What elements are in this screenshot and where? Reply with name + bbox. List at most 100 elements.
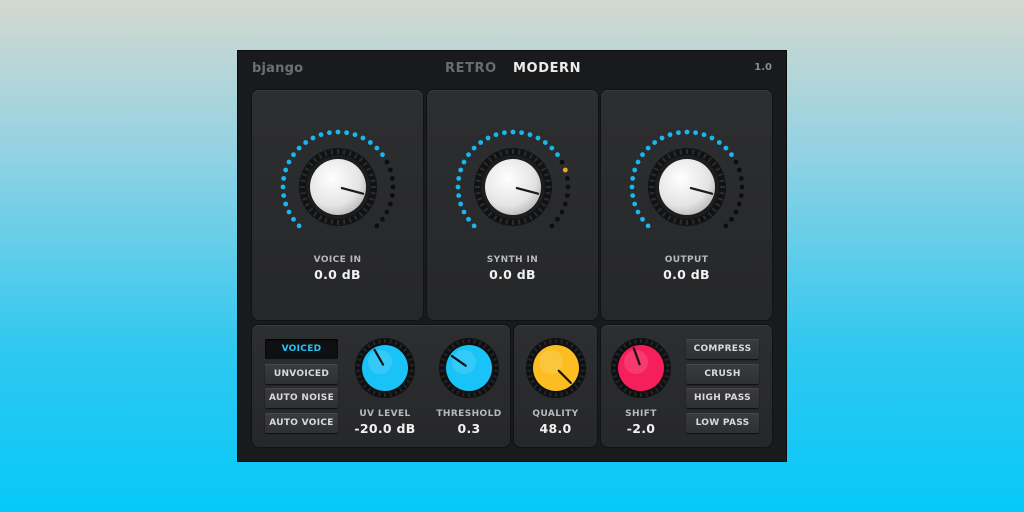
led-dot bbox=[640, 152, 645, 158]
led-dot bbox=[519, 130, 525, 136]
tab-retro[interactable]: RETRO bbox=[445, 61, 497, 76]
led-dot bbox=[485, 135, 491, 141]
knob-grip-mark bbox=[645, 392, 648, 397]
led-dot bbox=[629, 184, 635, 190]
knob-grip-mark bbox=[475, 179, 481, 183]
plugin-window: bjango RETRO MODERN 1.0 VOICE IN 0.0 dB … bbox=[238, 51, 786, 461]
led-dot bbox=[291, 152, 296, 158]
led-dot bbox=[630, 193, 636, 199]
knob-grip-mark bbox=[549, 339, 552, 344]
led-dot bbox=[559, 159, 565, 165]
led-dot bbox=[466, 216, 471, 222]
led-dot bbox=[723, 223, 729, 229]
led-dot bbox=[360, 135, 366, 141]
knob-grip-mark bbox=[645, 339, 648, 344]
led-dot bbox=[632, 167, 638, 173]
synth-in-panel: SYNTH IN 0.0 dB bbox=[427, 90, 598, 320]
led-dot bbox=[471, 223, 477, 229]
led-dot bbox=[635, 159, 641, 165]
knob-grip-mark bbox=[545, 191, 551, 195]
led-dot bbox=[729, 216, 734, 222]
knob-grip-mark bbox=[492, 374, 497, 378]
led-dot bbox=[387, 201, 393, 207]
knob-grip-mark bbox=[517, 149, 521, 155]
knob-cap bbox=[310, 159, 366, 215]
led-dot bbox=[296, 145, 302, 151]
knob-grip-mark bbox=[389, 339, 392, 344]
knob-grip-mark bbox=[370, 179, 376, 183]
led-dot bbox=[738, 175, 744, 181]
compress-button[interactable]: COMPRESS bbox=[686, 339, 759, 359]
knob-grip-mark bbox=[378, 339, 381, 344]
led-dot bbox=[374, 223, 380, 229]
led-dot bbox=[461, 209, 467, 215]
voice-in-knob[interactable] bbox=[252, 90, 423, 260]
led-dot bbox=[380, 216, 385, 222]
knob-grip-mark bbox=[679, 219, 683, 225]
knob-grip-mark bbox=[579, 374, 584, 378]
low-pass-button[interactable]: LOW PASS bbox=[686, 413, 759, 433]
led-dot bbox=[281, 175, 287, 181]
led-dot bbox=[303, 140, 309, 145]
led-dot bbox=[736, 201, 742, 207]
knob-grip-mark bbox=[549, 392, 552, 397]
knob-highlight bbox=[452, 350, 476, 374]
auto-voice-button[interactable]: AUTO VOICE bbox=[265, 413, 338, 433]
knob-cap bbox=[485, 159, 541, 215]
knob-grip-mark bbox=[545, 179, 551, 183]
unvoiced-button[interactable]: UNVOICED bbox=[265, 364, 338, 384]
knob-grip-mark bbox=[475, 191, 481, 195]
led-dot bbox=[326, 130, 332, 136]
led-dot bbox=[659, 135, 665, 141]
led-dot bbox=[456, 193, 462, 199]
crush-button[interactable]: CRUSH bbox=[686, 364, 759, 384]
knob-grip-mark bbox=[408, 358, 413, 362]
knob-grip-mark bbox=[613, 358, 618, 362]
led-dot bbox=[564, 175, 570, 181]
knob-grip-mark bbox=[505, 149, 509, 155]
quality-label: QUALITY bbox=[532, 409, 579, 419]
output-knob[interactable] bbox=[601, 90, 772, 260]
knob-grip-mark bbox=[441, 358, 446, 362]
led-dot bbox=[384, 159, 390, 165]
led-dot bbox=[709, 135, 715, 141]
led-dot bbox=[555, 152, 560, 158]
knob-highlight bbox=[368, 350, 392, 374]
shift-label: SHIFT bbox=[625, 409, 657, 419]
led-dot bbox=[335, 129, 341, 135]
led-dot bbox=[466, 152, 471, 158]
led-dot bbox=[542, 140, 548, 145]
knob-grip-mark bbox=[528, 374, 533, 378]
auto-noise-button[interactable]: AUTO NOISE bbox=[265, 388, 338, 408]
shift-knob[interactable] bbox=[606, 333, 676, 403]
synth-in-knob[interactable] bbox=[427, 90, 598, 260]
uv-level-knob[interactable] bbox=[350, 333, 420, 403]
led-dot bbox=[693, 130, 699, 136]
led-dot bbox=[701, 132, 707, 138]
tab-modern[interactable]: MODERN bbox=[513, 61, 581, 76]
synth-in-label: SYNTH IN bbox=[486, 255, 539, 265]
knob-grip-mark bbox=[342, 149, 346, 155]
knob-grip-mark bbox=[300, 191, 306, 195]
led-dot bbox=[733, 209, 739, 215]
knob-grip-mark bbox=[664, 374, 669, 378]
threshold-knob[interactable] bbox=[434, 333, 504, 403]
led-dot bbox=[458, 167, 464, 173]
voiced-button[interactable]: VOICED bbox=[265, 339, 338, 359]
led-dot bbox=[716, 140, 722, 145]
quality-panel: QUALITY 48.0 bbox=[514, 325, 597, 447]
quality-knob[interactable] bbox=[521, 333, 591, 403]
knob-grip-mark bbox=[691, 219, 695, 225]
led-dot bbox=[461, 159, 467, 165]
high-pass-button[interactable]: HIGH PASS bbox=[686, 388, 759, 408]
led-dot bbox=[667, 132, 673, 138]
synth-in-value: 0.0 dB bbox=[489, 267, 536, 282]
led-dot bbox=[675, 130, 681, 136]
led-dot bbox=[367, 140, 373, 145]
voice-in-panel: VOICE IN 0.0 dB bbox=[252, 90, 423, 320]
led-dot bbox=[565, 184, 571, 190]
led-dot bbox=[291, 216, 296, 222]
led-dot bbox=[310, 135, 316, 141]
knob-grip-mark bbox=[560, 339, 563, 344]
led-dot bbox=[296, 223, 302, 229]
